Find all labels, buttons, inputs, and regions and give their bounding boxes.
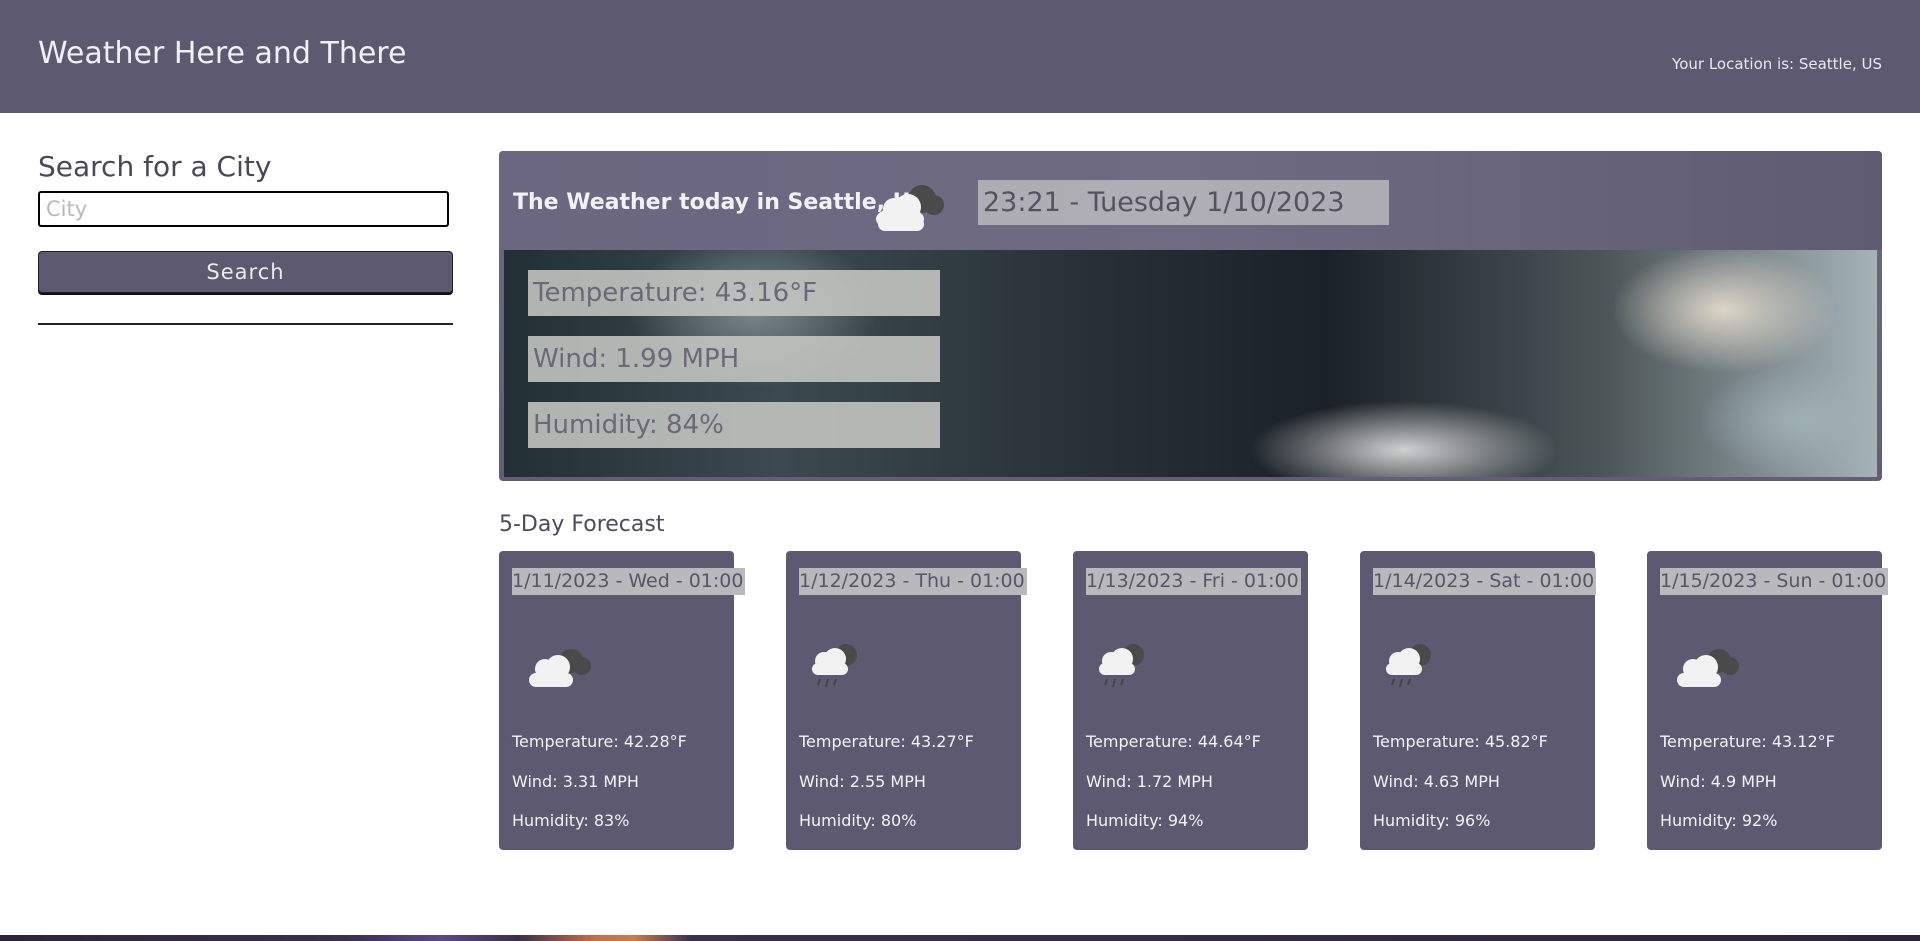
forecast-humidity: Humidity: 80% <box>799 811 917 830</box>
city-input[interactable] <box>38 191 449 227</box>
forecast-card: 1/11/2023 - Wed - 01:00 Temperature: 42.… <box>499 551 746 850</box>
forecast-date: 1/11/2023 - Wed - 01:00 <box>512 568 746 595</box>
forecast-humidity: Humidity: 92% <box>1660 811 1778 830</box>
current-wind: Wind: 1.99 MPH <box>528 336 940 382</box>
footer-bar <box>0 935 1920 941</box>
search-heading: Search for a City <box>38 150 272 183</box>
forecast-date: 1/13/2023 - Fri - 01:00 <box>1086 568 1301 595</box>
cloud-with-moon-icon <box>870 179 950 237</box>
forecast-card: 1/13/2023 - Fri - 01:00 Temperature: 44.… <box>1073 551 1308 850</box>
forecast-card: 1/15/2023 - Sun - 01:00 Temperature: 43.… <box>1647 551 1889 850</box>
forecast-card: 1/14/2023 - Sat - 01:00 Temperature: 45.… <box>1360 551 1597 850</box>
rain-cloud-moon-icon <box>1093 639 1153 695</box>
forecast-wind: Wind: 1.72 MPH <box>1086 772 1213 791</box>
forecast-wind: Wind: 2.55 MPH <box>799 772 926 791</box>
forecast-temperature: Temperature: 43.12°F <box>1660 732 1835 751</box>
forecast-date: 1/14/2023 - Sat - 01:00 <box>1373 568 1597 595</box>
forecast-card: 1/12/2023 - Thu - 01:00 Temperature: 43.… <box>786 551 1027 850</box>
app-header: Weather Here and There Your Location is:… <box>0 0 1920 113</box>
user-location: Your Location is: Seattle, US <box>1672 55 1882 73</box>
cloud-with-moon-icon <box>525 643 595 695</box>
forecast-wind: Wind: 4.63 MPH <box>1373 772 1500 791</box>
forecast-wind: Wind: 4.9 MPH <box>1660 772 1777 791</box>
search-divider <box>38 323 453 325</box>
forecast-wind: Wind: 3.31 MPH <box>512 772 639 791</box>
current-temperature: Temperature: 43.16°F <box>528 270 940 316</box>
forecast-humidity: Humidity: 96% <box>1373 811 1491 830</box>
rain-cloud-moon-icon <box>806 639 866 695</box>
search-button[interactable]: Search <box>38 251 453 293</box>
forecast-heading: 5-Day Forecast <box>499 512 665 537</box>
cloud-with-moon-icon <box>1673 643 1743 695</box>
current-humidity: Humidity: 84% <box>528 402 940 448</box>
forecast-temperature: Temperature: 44.64°F <box>1086 732 1261 751</box>
forecast-humidity: Humidity: 83% <box>512 811 630 830</box>
app-title: Weather Here and There <box>38 36 407 71</box>
current-weather-title: The Weather today in Seattle, US <box>513 190 927 215</box>
storm-cloud-image: Temperature: 43.16°F Wind: 1.99 MPH Humi… <box>504 250 1877 477</box>
forecast-temperature: Temperature: 42.28°F <box>512 732 687 751</box>
current-datetime: 23:21 - Tuesday 1/10/2023 <box>978 180 1389 225</box>
forecast-temperature: Temperature: 43.27°F <box>799 732 974 751</box>
rain-cloud-moon-icon <box>1380 639 1440 695</box>
forecast-date: 1/12/2023 - Thu - 01:00 <box>799 568 1027 595</box>
forecast-date: 1/15/2023 - Sun - 01:00 <box>1660 568 1889 595</box>
forecast-temperature: Temperature: 45.82°F <box>1373 732 1548 751</box>
forecast-humidity: Humidity: 94% <box>1086 811 1204 830</box>
current-weather-panel: The Weather today in Seattle, US 23:21 -… <box>499 151 1882 481</box>
search-panel: Search for a City Search <box>38 150 453 325</box>
